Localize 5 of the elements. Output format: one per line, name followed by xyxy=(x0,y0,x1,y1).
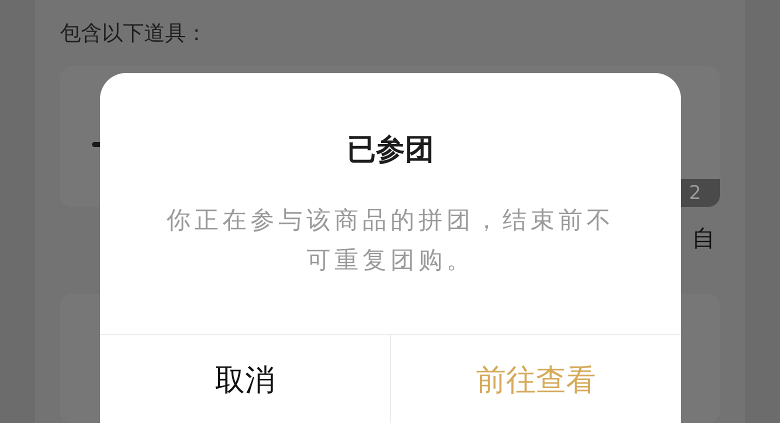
section-title: 包含以下道具： xyxy=(60,20,208,47)
cancel-button[interactable]: 取消 xyxy=(100,335,390,423)
dialog-message: 你正在参与该商品的拼团，结束前不可重复团购。 xyxy=(166,205,616,276)
item-caption: 自 xyxy=(692,224,715,254)
dialog-title: 已参团 xyxy=(346,131,435,168)
